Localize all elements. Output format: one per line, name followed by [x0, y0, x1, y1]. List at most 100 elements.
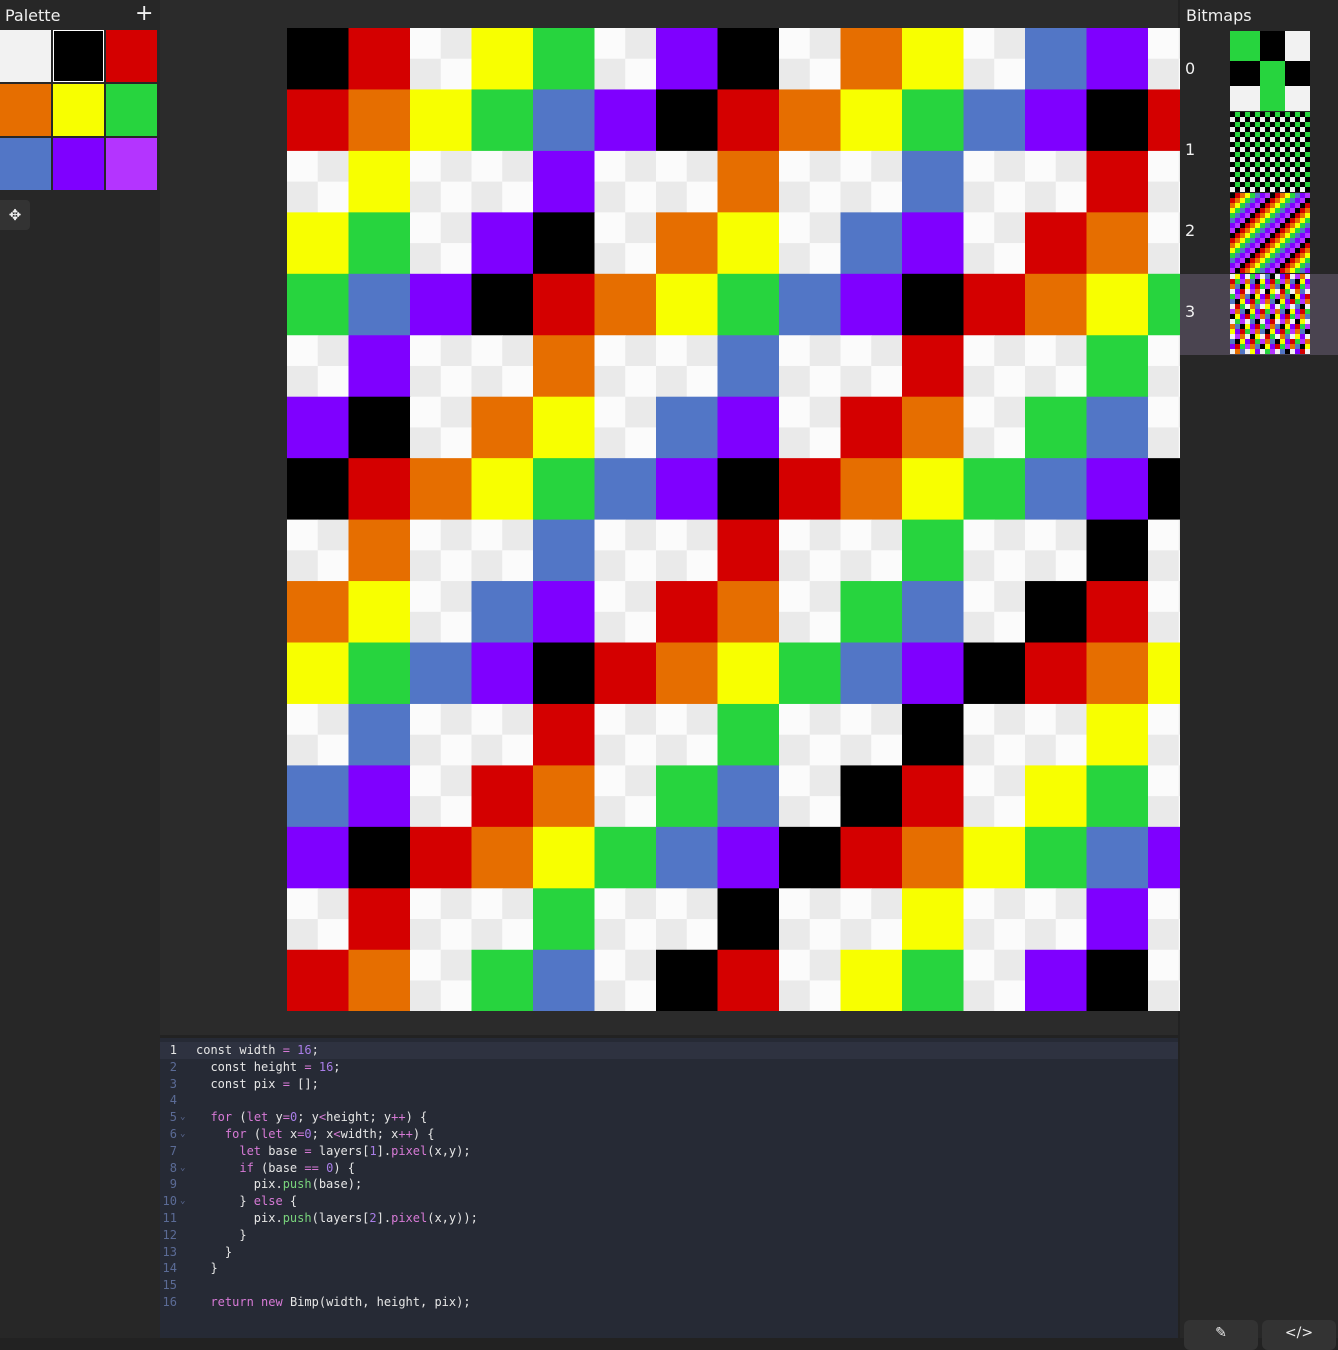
transparent-pixel[interactable] — [963, 581, 1026, 643]
transparent-pixel[interactable] — [779, 519, 841, 582]
pixel[interactable] — [1086, 28, 1149, 90]
pixel[interactable] — [287, 458, 349, 521]
pixel[interactable] — [287, 826, 349, 889]
pixel[interactable] — [902, 949, 964, 1011]
transparent-pixel[interactable] — [410, 888, 472, 951]
pixel[interactable] — [1025, 581, 1087, 643]
pixel[interactable] — [717, 335, 780, 398]
transparent-pixel[interactable] — [1025, 888, 1087, 951]
pixel[interactable] — [348, 89, 411, 152]
transparent-pixel[interactable] — [963, 335, 1026, 398]
pixel[interactable] — [779, 273, 841, 336]
fold-icon[interactable]: ⌄ — [180, 1193, 185, 1210]
pixel[interactable] — [779, 642, 841, 705]
pixel[interactable] — [902, 888, 964, 951]
pixel[interactable] — [717, 273, 780, 336]
pixel[interactable] — [840, 89, 903, 152]
fold-icon[interactable]: ⌄ — [180, 1160, 185, 1177]
pixel[interactable] — [287, 642, 349, 705]
transparent-pixel[interactable] — [594, 212, 657, 275]
code-line[interactable]: 10 ⌄ } else { — [160, 1193, 1178, 1210]
pixel[interactable] — [348, 888, 411, 951]
pixel[interactable] — [840, 212, 903, 275]
pixel[interactable] — [963, 458, 1026, 521]
code-line[interactable]: 11 pix.push(layers[2].pixel(x,y)); — [160, 1210, 1178, 1227]
transparent-pixel[interactable] — [779, 581, 841, 643]
transparent-pixel[interactable] — [963, 396, 1026, 459]
pixel[interactable] — [287, 581, 349, 643]
transparent-pixel[interactable] — [1148, 28, 1180, 90]
transparent-pixel[interactable] — [963, 765, 1026, 828]
pixel[interactable] — [779, 89, 841, 152]
transparent-pixel[interactable] — [594, 703, 657, 766]
pixel[interactable] — [1086, 212, 1149, 275]
transparent-pixel[interactable] — [1025, 335, 1087, 398]
bitmap-item[interactable]: 2 — [1180, 193, 1338, 274]
transparent-pixel[interactable] — [1148, 765, 1180, 828]
pixel[interactable] — [656, 826, 718, 889]
transparent-pixel[interactable] — [471, 703, 534, 766]
pixel[interactable] — [1025, 212, 1087, 275]
pixel[interactable] — [656, 89, 718, 152]
pixel[interactable] — [533, 335, 595, 398]
code-line[interactable]: 15 — [160, 1277, 1178, 1294]
palette-swatch[interactable] — [53, 84, 104, 136]
pixel[interactable] — [902, 642, 964, 705]
pixel[interactable] — [717, 150, 780, 213]
pixel[interactable] — [471, 949, 534, 1011]
transparent-pixel[interactable] — [840, 335, 903, 398]
pixel[interactable] — [1025, 642, 1087, 705]
pixel[interactable] — [287, 273, 349, 336]
pixel[interactable] — [656, 212, 718, 275]
transparent-pixel[interactable] — [779, 949, 841, 1011]
pixel[interactable] — [1086, 765, 1149, 828]
pixel[interactable] — [717, 581, 780, 643]
code-line[interactable]: 5 ⌄ for (let y=0; y<height; y++) { — [160, 1109, 1178, 1126]
transparent-pixel[interactable] — [656, 703, 718, 766]
pixel[interactable] — [533, 212, 595, 275]
pixel[interactable] — [533, 703, 595, 766]
transparent-pixel[interactable] — [840, 888, 903, 951]
transparent-pixel[interactable] — [471, 888, 534, 951]
transparent-pixel[interactable] — [287, 888, 349, 951]
code-mode-button[interactable]: </> — [1262, 1320, 1336, 1350]
pixel[interactable] — [1148, 458, 1180, 521]
pixel[interactable] — [533, 949, 595, 1011]
pixel[interactable] — [471, 273, 534, 336]
pixel[interactable] — [533, 458, 595, 521]
pixel[interactable] — [348, 519, 411, 582]
pixel[interactable] — [902, 765, 964, 828]
transparent-pixel[interactable] — [1148, 949, 1180, 1011]
code-line[interactable]: 9 pix.push(base); — [160, 1176, 1178, 1193]
pixel[interactable] — [1086, 888, 1149, 951]
bitmap-item[interactable]: 1 — [1180, 112, 1338, 193]
pixel[interactable] — [1148, 642, 1180, 705]
pixel[interactable] — [963, 273, 1026, 336]
transparent-pixel[interactable] — [779, 888, 841, 951]
palette-swatch[interactable] — [106, 138, 157, 190]
pixel[interactable] — [594, 642, 657, 705]
code-line[interactable]: 7 let base = layers[1].pixel(x,y); — [160, 1143, 1178, 1160]
transparent-pixel[interactable] — [594, 949, 657, 1011]
transparent-pixel[interactable] — [963, 888, 1026, 951]
pixel[interactable] — [410, 89, 472, 152]
pixel[interactable] — [471, 212, 534, 275]
transparent-pixel[interactable] — [963, 212, 1026, 275]
pixel[interactable] — [717, 458, 780, 521]
pixel[interactable] — [840, 581, 903, 643]
transparent-pixel[interactable] — [410, 703, 472, 766]
pixel[interactable] — [840, 642, 903, 705]
pixel[interactable] — [902, 519, 964, 582]
pixel[interactable] — [1148, 89, 1180, 152]
pixel[interactable] — [1086, 335, 1149, 398]
pixel[interactable] — [1025, 396, 1087, 459]
code-line[interactable]: 14 } — [160, 1260, 1178, 1277]
palette-swatch[interactable] — [106, 30, 157, 82]
pixel[interactable] — [533, 826, 595, 889]
code-line[interactable]: 6 ⌄ for (let x=0; x<width; x++) { — [160, 1126, 1178, 1143]
code-line[interactable]: 16 return new Bimp(width, height, pix); — [160, 1294, 1178, 1311]
pixel[interactable] — [410, 458, 472, 521]
code-line[interactable]: 12 } — [160, 1227, 1178, 1244]
pixel[interactable] — [1086, 826, 1149, 889]
plus-icon[interactable]: + — [135, 3, 153, 25]
